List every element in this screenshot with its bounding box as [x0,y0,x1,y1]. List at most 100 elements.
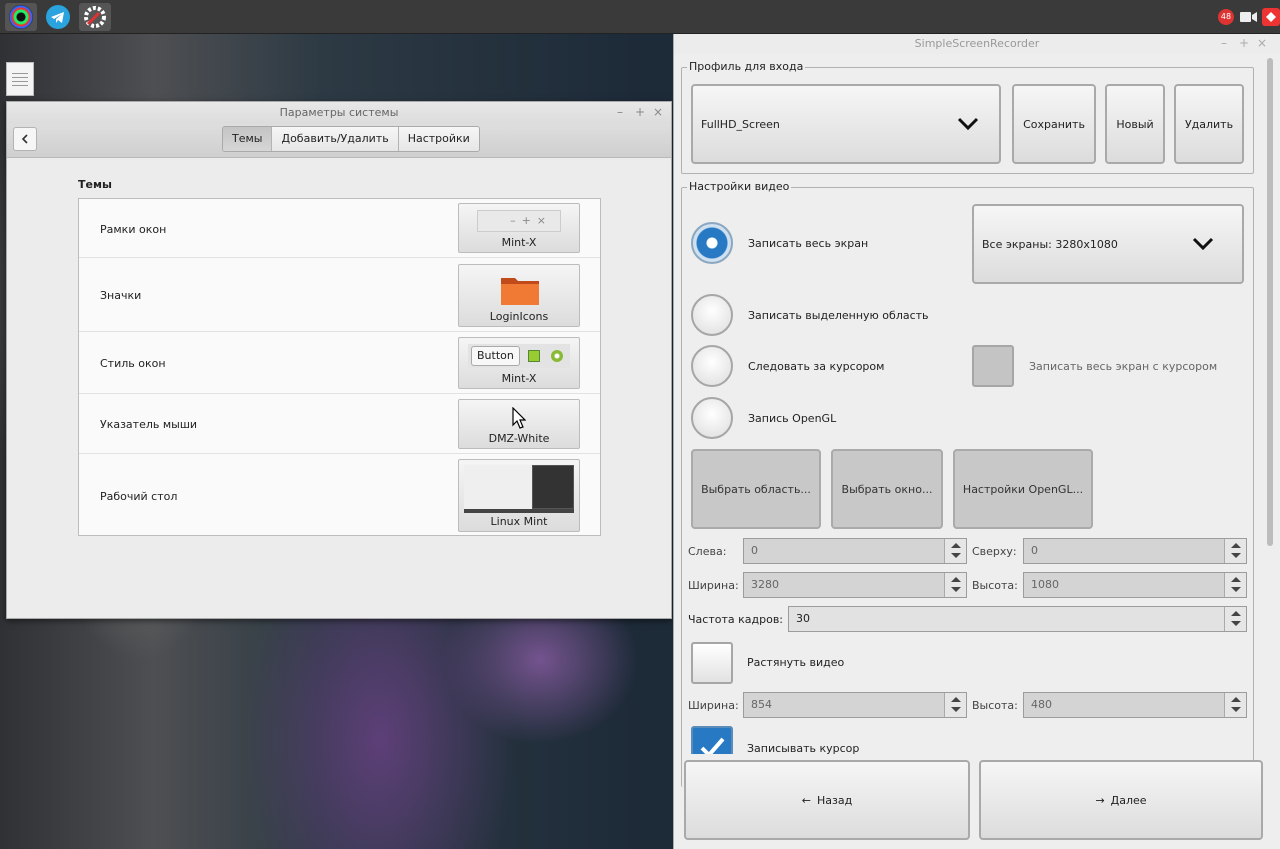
full-screen-cursor-checkbox[interactable] [972,345,1014,387]
record-opengl-radio[interactable] [691,397,733,439]
back-label: Назад [817,793,853,807]
icons-chooser[interactable]: LoginIcons [458,264,580,327]
window-title: SimpleScreenRecorder [674,34,1280,54]
next-label: Далее [1110,793,1147,807]
select-area-button[interactable]: Выбрать область... [691,449,821,529]
chevron-down-icon [957,117,979,131]
settings-tools-icon [84,6,106,28]
ssr-window: SimpleScreenRecorder – + × Профиль для в… [673,34,1280,849]
save-profile-button[interactable]: Сохранить [1012,84,1096,164]
record-full-screen-radio[interactable] [691,222,733,264]
video-camera-icon[interactable] [1240,8,1258,26]
scaled-height-label: Высота: [972,699,1018,712]
section-title: Темы [78,178,112,191]
follow-cursor-label: Следовать за курсором [748,360,885,373]
record-cursor-checkbox[interactable] [691,726,733,754]
notification-icon[interactable]: 48 [1216,8,1236,26]
maximize-icon[interactable]: + [635,105,645,119]
row-label: Рамки окон [100,223,167,236]
opengl-settings-button[interactable]: Настройки OpenGL... [953,449,1093,529]
minimize-icon[interactable]: – [617,105,623,119]
new-profile-button[interactable]: Новый [1105,84,1165,164]
red-app-icon[interactable] [1262,8,1280,26]
width-spinbox[interactable]: 3280 [743,572,967,598]
scaled-height-value: 480 [1031,698,1052,711]
list-item: Рамки окон –+× Mint-X [79,199,600,258]
chevron-left-icon [21,134,28,144]
back-button[interactable] [13,127,37,151]
back-button[interactable]: ← Назад [684,760,970,840]
tab-add-remove[interactable]: Добавить/Удалить [272,127,399,151]
scaled-height-spinbox[interactable]: 480 [1023,692,1247,718]
scrollbar-thumb[interactable] [1267,58,1273,546]
close-icon[interactable]: × [653,105,663,119]
top-spinbox[interactable]: 0 [1023,538,1247,564]
height-spinbox[interactable]: 1080 [1023,572,1247,598]
record-full-screen-label: Записать весь экран [748,237,869,250]
chooser-value: Mint-X [501,236,537,249]
profile-select[interactable]: FullHD_Screen [691,84,1001,164]
window-title: Параметры системы [7,102,671,124]
minimize-icon[interactable]: – [1221,36,1227,50]
profile-value: FullHD_Screen [701,117,780,131]
spin-arrows-icon[interactable] [944,573,966,597]
top-label: Сверху: [972,545,1017,558]
scaled-width-label: Ширина: [688,699,739,712]
spin-arrows-icon[interactable] [944,693,966,717]
scaled-width-value: 854 [751,698,772,711]
full-screen-cursor-label: Записать весь экран с курсором [1029,360,1218,373]
window-borders-chooser[interactable]: –+× Mint-X [458,203,580,253]
chevron-down-icon [1192,237,1214,251]
width-label: Ширина: [688,579,739,592]
checkmark-icon [700,737,725,754]
chooser-value: DMZ-White [488,432,550,445]
radio-preview-icon [551,350,563,362]
taskbar-app-settings[interactable] [79,3,111,31]
row-label: Указатель мыши [100,418,198,431]
desktop-file-icon[interactable] [6,62,34,96]
maximize-icon[interactable]: + [1239,36,1249,50]
spin-arrows-icon[interactable] [1224,607,1246,631]
spin-arrows-icon[interactable] [1224,573,1246,597]
stretch-video-checkbox[interactable] [691,642,733,684]
fps-label: Частота кадров: [688,613,784,626]
taskbar-app-telegram[interactable] [42,3,74,31]
spin-arrows-icon[interactable] [944,539,966,563]
scaled-width-spinbox[interactable]: 854 [743,692,967,718]
desktop-preview-icon [464,465,574,513]
left-spinbox[interactable]: 0 [743,538,967,564]
screens-select[interactable]: Все экраны: 3280x1080 [972,204,1244,284]
left-label: Слева: [688,545,727,558]
height-label: Высота: [972,579,1018,592]
close-icon[interactable]: × [1257,36,1267,50]
spin-arrows-icon[interactable] [1224,693,1246,717]
preview-button: Button [471,346,520,366]
follow-cursor-radio[interactable] [691,345,733,387]
themes-list: Рамки окон –+× Mint-X Значки LoginIcons … [78,198,601,536]
window-style-chooser[interactable]: Button Mint-X [458,337,580,389]
delete-profile-button[interactable]: Удалить [1174,84,1244,164]
record-cursor-label: Записывать курсор [747,742,860,754]
tab-settings[interactable]: Настройки [398,127,479,151]
tab-themes[interactable]: Темы [223,127,273,151]
chooser-value: LoginIcons [489,310,549,323]
fps-spinbox[interactable]: 30 [788,606,1247,632]
left-value: 0 [751,544,758,557]
row-label: Рабочий стол [100,490,178,503]
mouse-pointer-chooser[interactable]: DMZ-White [458,399,580,449]
select-window-button[interactable]: Выбрать окно... [831,449,943,529]
top-value: 0 [1031,544,1038,557]
record-area-radio[interactable] [691,294,733,336]
next-button[interactable]: → Далее [979,760,1263,840]
desktop-chooser[interactable]: Linux Mint [458,459,580,532]
screens-value: Все экраны: 3280x1080 [982,237,1118,251]
group-label: Профиль для входа [687,60,806,73]
top-panel: 48 [0,0,1280,34]
taskbar-app-camera[interactable] [5,3,37,31]
row-label: Значки [100,289,142,302]
width-value: 3280 [751,578,779,591]
spin-arrows-icon[interactable] [1224,539,1246,563]
checkbox-preview-icon [528,350,540,362]
record-area-label: Записать выделенную область [748,309,929,322]
settings-toolbar: Темы Добавить/Удалить Настройки [7,124,671,158]
